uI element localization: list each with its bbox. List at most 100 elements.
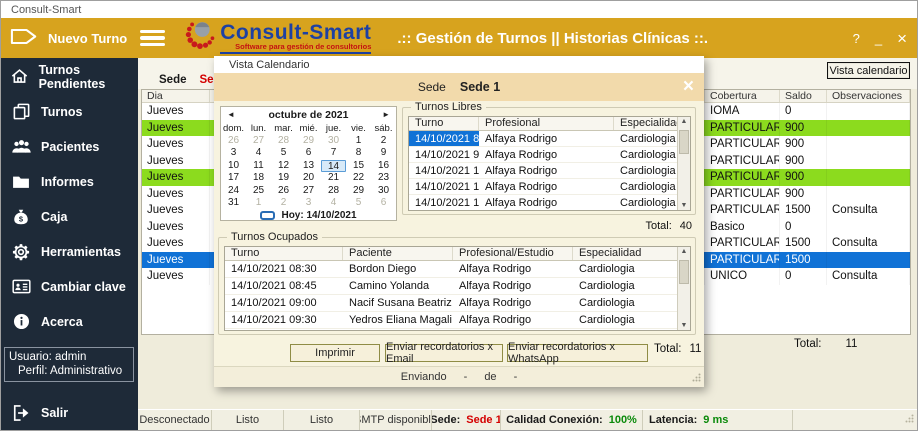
- dialog-titlebar[interactable]: Vista Calendario: [214, 56, 704, 73]
- calendar-day[interactable]: 5: [346, 197, 371, 209]
- list-column-header[interactable]: Profesional/Estudio: [453, 247, 573, 260]
- sidebar-item-caja[interactable]: $ Caja: [1, 203, 138, 230]
- list-item[interactable]: 14/10/2021 08:45 Camino Yolanda Alfaya Rod…: [225, 278, 690, 295]
- calendar-day[interactable]: 6: [296, 147, 321, 159]
- list-item[interactable]: 14/10/2021 09:30 Yedros Eliana Magali Alfa…: [225, 312, 690, 329]
- scroll-down-icon[interactable]: ▼: [678, 322, 690, 329]
- scroll-up-icon[interactable]: ▲: [678, 118, 690, 125]
- calendar-day[interactable]: 28: [321, 185, 346, 197]
- calendar-day[interactable]: 29: [296, 135, 321, 147]
- close-button[interactable]: ×: [897, 30, 907, 47]
- calendar-day[interactable]: 29: [346, 185, 371, 197]
- hamburger-menu-icon[interactable]: [140, 27, 166, 50]
- sidebar-item-herramientas[interactable]: Herramientas: [1, 238, 138, 265]
- calendar-day[interactable]: 28: [271, 135, 296, 147]
- sidebar-item-pacientes[interactable]: Pacientes: [1, 133, 138, 160]
- calendar-day[interactable]: 16: [371, 160, 396, 172]
- calendar-day[interactable]: 7: [321, 147, 346, 159]
- list-item[interactable]: 14/10/2021 10:15 Alfaya Rodrigo Cardiologi…: [409, 163, 690, 179]
- list-cell: 14/10/2021 08:45: [231, 280, 317, 292]
- calendar-day[interactable]: 3: [221, 147, 246, 159]
- calendar-next-icon[interactable]: ►: [382, 110, 390, 119]
- calendar-day[interactable]: 30: [321, 135, 346, 147]
- vertical-scrollbar[interactable]: ▲ ▼: [677, 247, 690, 330]
- calendar-day[interactable]: 12: [271, 160, 296, 172]
- list-column-header[interactable]: Especialidad: [573, 247, 678, 260]
- sidebar-item-salir[interactable]: Salir: [1, 399, 138, 426]
- list-column-header[interactable]: Especialidad: [614, 117, 678, 130]
- calendar-day[interactable]: 17: [221, 172, 246, 184]
- sidebar-item-turnos-pendientes[interactable]: Turnos Pendientes: [1, 63, 138, 91]
- list-column-header[interactable]: Turno: [225, 247, 343, 260]
- calendar-day[interactable]: 10: [221, 160, 246, 172]
- scroll-down-icon[interactable]: ▼: [678, 202, 690, 209]
- dialog-close-icon[interactable]: ×: [683, 76, 694, 98]
- calendar-day[interactable]: 4: [246, 147, 271, 159]
- scroll-up-icon[interactable]: ▲: [678, 248, 690, 255]
- list-item[interactable]: 14/10/2021 09:00 Nacif Susana Beatriz Alfa…: [225, 295, 690, 312]
- calendar-day[interactable]: 2: [371, 135, 396, 147]
- sidebar-item-informes[interactable]: Informes: [1, 168, 138, 195]
- calendar-day[interactable]: 30: [371, 185, 396, 197]
- calendar-day[interactable]: 21: [321, 172, 346, 184]
- list-column-header[interactable]: Turno: [409, 117, 479, 130]
- calendar-day[interactable]: 23: [371, 172, 396, 184]
- calendar-day[interactable]: 15: [346, 160, 371, 172]
- vertical-scrollbar[interactable]: ▲ ▼: [677, 117, 690, 210]
- today-label[interactable]: Hoy: 14/10/2021: [281, 210, 356, 221]
- table-cell: Jueves: [142, 202, 210, 219]
- status-smtp: SMTP disponible: [360, 410, 432, 430]
- calendar-day[interactable]: 5: [271, 147, 296, 159]
- sidebar-item-turnos[interactable]: Turnos: [1, 98, 138, 125]
- calendar-day-selected[interactable]: 14: [321, 159, 346, 173]
- list-item[interactable]: 14/10/2021 10:30 Alfaya Rodrigo Cardiologi…: [409, 179, 690, 195]
- calendar-day[interactable]: 1: [346, 135, 371, 147]
- calendar-day[interactable]: 27: [296, 185, 321, 197]
- list-column-header[interactable]: Profesional: [479, 117, 614, 130]
- calendar-day[interactable]: 22: [346, 172, 371, 184]
- imprimir-button[interactable]: Imprimir: [290, 344, 380, 362]
- help-button[interactable]: ?: [853, 31, 860, 46]
- calendar-day[interactable]: 11: [246, 160, 271, 172]
- sidebar-item-label: Turnos: [41, 104, 83, 119]
- calendar-day[interactable]: 8: [346, 147, 371, 159]
- calendar-day[interactable]: 2: [271, 197, 296, 209]
- minimize-button[interactable]: _: [875, 31, 882, 46]
- sidebar-item-cambiar-clave[interactable]: Cambiar clave: [1, 273, 138, 300]
- resize-grip-icon[interactable]: [905, 414, 914, 426]
- list-item[interactable]: 14/10/2021 08:30 Bordon Diego Alfaya Rodri…: [225, 261, 690, 278]
- list-column-header[interactable]: Paciente: [343, 247, 453, 260]
- list-item[interactable]: 14/10/2021 9:15 Alfaya Rodrigo Cardiologia: [409, 147, 690, 163]
- list-item[interactable]: 14/10/2021 09:45Villarrubia MarcosAlfaya…: [225, 329, 690, 330]
- sidebar-item-acerca[interactable]: Acerca: [1, 308, 138, 335]
- logo-subtitle: Software para gestión de consultorios: [220, 42, 372, 54]
- list-item[interactable]: 14/10/2021 8:15 Alfaya Rodrigo Cardiologia: [409, 131, 690, 147]
- calendar-day[interactable]: 26: [271, 185, 296, 197]
- calendar-day[interactable]: 24: [221, 185, 246, 197]
- list-item[interactable]: 14/10/2021 10:45 Alfaya Rodrigo Cardiologi…: [409, 195, 690, 210]
- nuevo-turno-button[interactable]: Nuevo Turno: [9, 27, 127, 49]
- calendar-day[interactable]: 9: [371, 147, 396, 159]
- enviar-whatsapp-button[interactable]: Enviar recordatorios x WhatsApp: [507, 341, 648, 365]
- calendar-day[interactable]: 3: [296, 197, 321, 209]
- calendar-day[interactable]: 4: [321, 197, 346, 209]
- scroll-thumb[interactable]: [679, 130, 689, 154]
- calendar-prev-icon[interactable]: ◄: [227, 110, 235, 119]
- calendar-day[interactable]: 13: [296, 160, 321, 172]
- calendar-day[interactable]: 19: [271, 172, 296, 184]
- calendar-day-name: dom.: [222, 123, 245, 134]
- list-header[interactable]: Turno Profesional Especialidad: [409, 117, 690, 131]
- calendar-day[interactable]: 1: [246, 197, 271, 209]
- calendar-day[interactable]: 18: [246, 172, 271, 184]
- calendar-day[interactable]: 27: [246, 135, 271, 147]
- list-header[interactable]: Turno Paciente Profesional/Estudio Especial…: [225, 247, 690, 261]
- calendar-day[interactable]: 25: [246, 185, 271, 197]
- calendar-day[interactable]: 31: [221, 197, 246, 209]
- enviar-email-button[interactable]: Enviar recordatorios x Email: [385, 341, 503, 365]
- resize-grip-icon[interactable]: [692, 373, 701, 385]
- vista-calendario-button[interactable]: Vista calendario: [827, 62, 910, 79]
- calendar-day[interactable]: 6: [371, 197, 396, 209]
- scroll-thumb[interactable]: [679, 260, 689, 284]
- calendar-day[interactable]: 20: [296, 172, 321, 184]
- calendar-day[interactable]: 26: [221, 135, 246, 147]
